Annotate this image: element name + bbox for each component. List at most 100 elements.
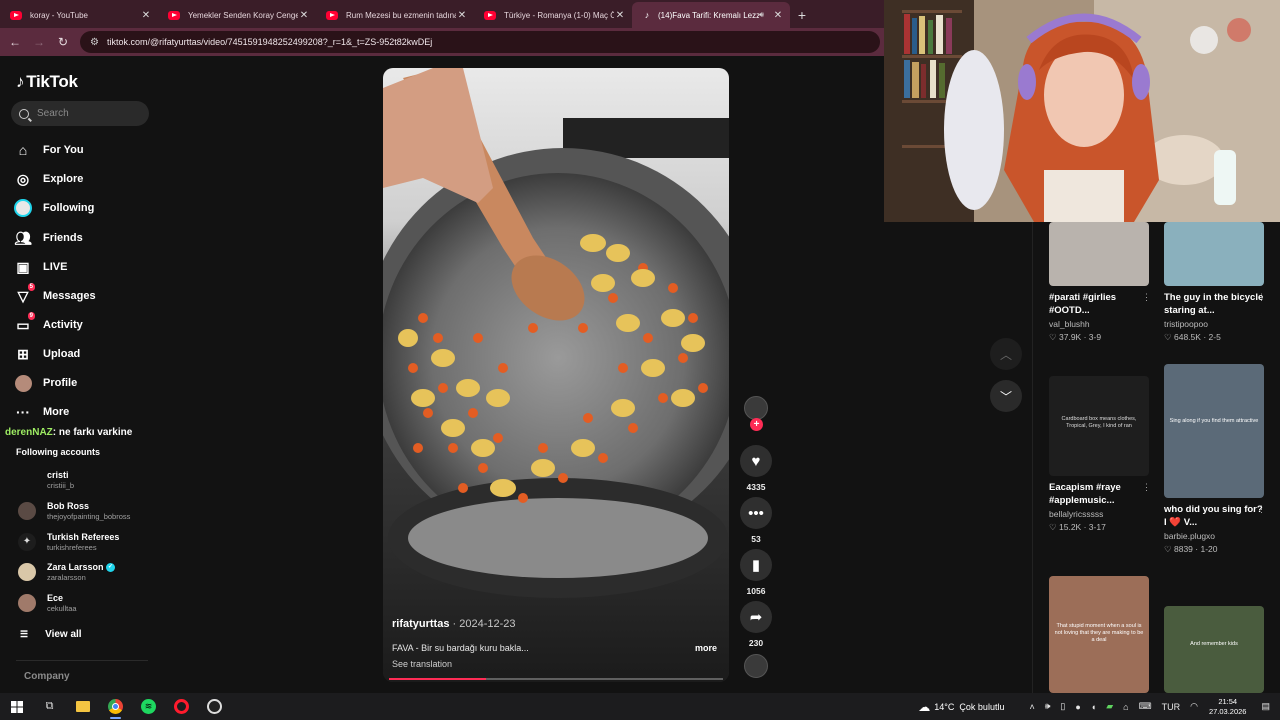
- notifications-icon[interactable]: ▤: [1261, 701, 1270, 712]
- nav-upload[interactable]: ⊞ Upload: [14, 344, 80, 364]
- video-thumbnail[interactable]: Cardboard box means clothes, Tropical, G…: [1049, 376, 1149, 476]
- following-account[interactable]: cristi cristiii_b: [18, 470, 74, 490]
- nav-label: Messages: [43, 290, 96, 302]
- video-thumbnail[interactable]: And remember kids: [1164, 606, 1264, 693]
- account-handle: zaralarsson: [47, 573, 86, 582]
- task-view-button[interactable]: ⧉: [33, 693, 66, 720]
- save-button[interactable]: ▮ 1056: [740, 549, 772, 596]
- following-account[interactable]: ✦ Turkish Referees turkishreferees: [18, 532, 119, 552]
- browser-tab[interactable]: Rum Mezesi bu ezmenin tadına ✕: [316, 2, 474, 28]
- video-date: · 2024-12-23: [449, 618, 516, 630]
- following-account[interactable]: Ece cekulltaa: [18, 593, 77, 613]
- search-input[interactable]: Search: [11, 101, 149, 126]
- previous-video-button[interactable]: ︿: [990, 338, 1022, 370]
- more-options-icon[interactable]: ⋮: [1142, 482, 1151, 493]
- tiktok-logo[interactable]: ♪ TikTok: [16, 72, 78, 92]
- nav-friends[interactable]: 👥︎ Friends: [14, 228, 83, 248]
- microphone-icon[interactable]: ●: [1075, 702, 1080, 712]
- more-options-icon[interactable]: ⋮: [1257, 292, 1266, 303]
- video-player[interactable]: rifatyurttas · 2024-12-23 FAVA - Bir su …: [383, 68, 729, 682]
- creator-avatar[interactable]: [744, 396, 768, 420]
- comment-button[interactable]: ••• 53: [740, 497, 772, 544]
- back-icon[interactable]: ←: [3, 35, 27, 49]
- more-options-icon[interactable]: ⋮: [1142, 292, 1151, 303]
- nav-for-you[interactable]: ⌂ For You: [14, 140, 84, 160]
- speaker-icon[interactable]: 🔊︎: [759, 10, 764, 20]
- close-tab-icon[interactable]: ✕: [772, 10, 784, 21]
- video-card[interactable]: Cardboard box means clothes, Tropical, G…: [1049, 376, 1151, 533]
- video-progress-bar[interactable]: [389, 678, 723, 680]
- video-thumbnail[interactable]: Sing along if you find them attractive: [1164, 364, 1264, 498]
- browser-tab-active[interactable]: ♪ (14)Fava Tarifi: Kremalı Lezz 🔊︎ ✕: [632, 2, 790, 28]
- nav-live[interactable]: ▣ LIVE: [14, 257, 67, 277]
- volume-icon[interactable]: 🕪︎: [1045, 701, 1051, 712]
- keyboard-icon[interactable]: ⌨: [1139, 701, 1152, 712]
- video-card[interactable]: #parati #girlies #OOTD... ⋮ val_blushh ♡…: [1049, 222, 1151, 343]
- nav-messages[interactable]: ▽ 5 Messages: [14, 283, 96, 306]
- video-thumbnail[interactable]: That stupid moment when a soul is not lo…: [1049, 576, 1149, 693]
- task-view-icon: ⧉: [45, 700, 54, 712]
- close-tab-icon[interactable]: ✕: [456, 10, 468, 21]
- video-card[interactable]: The guy in the bicycle staring at... ⋮ t…: [1164, 222, 1266, 343]
- chevron-up-icon: ︿: [999, 347, 1012, 362]
- share-button[interactable]: ➦ 230: [740, 601, 772, 648]
- nav-label: Friends: [43, 232, 83, 244]
- chat-message: : ne farkı varkine: [52, 427, 133, 438]
- video-author[interactable]: rifatyurttas · 2024-12-23: [392, 618, 516, 630]
- headset-icon[interactable]: ◖: [1091, 702, 1096, 712]
- obs-button[interactable]: [198, 693, 231, 720]
- youtube-icon: [168, 10, 180, 20]
- following-account[interactable]: Zara Larsson ✓ zaralarsson: [18, 562, 116, 582]
- battery-icon[interactable]: ▰: [1106, 701, 1113, 712]
- weather-widget[interactable]: ☁︎ 14°C Çok bulutlu: [918, 700, 1004, 714]
- nav-explore[interactable]: ◎ Explore: [14, 169, 83, 189]
- new-tab-button[interactable]: +: [790, 2, 814, 28]
- cloud-icon: ☁︎: [918, 699, 931, 714]
- file-explorer-button[interactable]: [66, 693, 99, 720]
- clock[interactable]: 21:54 27.03.2026: [1209, 697, 1247, 717]
- language-indicator[interactable]: TUR: [1162, 702, 1181, 712]
- opera-button[interactable]: [165, 693, 198, 720]
- close-tab-icon[interactable]: ✕: [140, 10, 152, 21]
- browser-tab[interactable]: koray - YouTube ✕: [0, 2, 158, 28]
- view-all-button[interactable]: ☰ View all: [20, 629, 82, 640]
- nav-activity[interactable]: ▭ 9 Activity: [14, 312, 83, 335]
- like-button[interactable]: ♥ 4335: [740, 445, 772, 492]
- video-card[interactable]: And remember kids: [1164, 606, 1264, 693]
- nav-profile[interactable]: Profile: [14, 373, 77, 393]
- start-button[interactable]: [0, 693, 33, 720]
- reload-icon[interactable]: ↻: [51, 35, 75, 49]
- chrome-button[interactable]: [99, 693, 132, 720]
- video-card[interactable]: That stupid moment when a soul is not lo…: [1049, 576, 1149, 693]
- forward-icon[interactable]: →: [27, 35, 51, 49]
- sound-avatar[interactable]: [744, 654, 768, 678]
- address-bar[interactable]: ⚙︎ tiktok.com/@rifatyurttas/video/745159…: [80, 31, 880, 53]
- messages-icon: ▽ 5: [17, 283, 35, 304]
- video-username: rifatyurttas: [392, 618, 450, 630]
- next-video-button[interactable]: ﹀: [990, 380, 1022, 412]
- caption-more-button[interactable]: more: [695, 643, 717, 653]
- follow-plus-icon[interactable]: +: [750, 418, 763, 431]
- network-icon[interactable]: ⌂: [1123, 702, 1128, 712]
- see-translation-link[interactable]: See translation: [392, 659, 452, 669]
- browser-tab[interactable]: Türkiye - Romanya (1-0) Maç Ö ✕: [474, 2, 632, 28]
- more-options-icon[interactable]: ⋮: [1257, 504, 1266, 515]
- wifi-icon[interactable]: ◠: [1190, 701, 1198, 712]
- following-account[interactable]: Bob Ross thejoyofpainting_bobross: [18, 501, 130, 521]
- video-card[interactable]: Sing along if you find them attractive w…: [1164, 364, 1266, 555]
- company-link[interactable]: Company: [24, 671, 70, 682]
- chevron-up-icon[interactable]: ˄: [1029, 702, 1034, 712]
- site-info-icon[interactable]: ⚙︎: [90, 37, 99, 48]
- spotify-button[interactable]: ≋: [132, 693, 165, 720]
- nav-more[interactable]: ··· More: [14, 402, 69, 422]
- close-tab-icon[interactable]: ✕: [614, 10, 626, 21]
- video-thumbnail[interactable]: [1049, 222, 1149, 286]
- browser-tab[interactable]: Yemekler Senden Koray Cengel ✕: [158, 2, 316, 28]
- video-thumbnail[interactable]: [1164, 222, 1264, 286]
- close-tab-icon[interactable]: ✕: [298, 10, 310, 21]
- nav-following[interactable]: Following: [14, 198, 94, 218]
- device-icon[interactable]: ▯: [1060, 701, 1065, 712]
- save-count: 1056: [746, 586, 766, 596]
- search-icon: [19, 108, 29, 119]
- weather-temp: 14°C: [934, 701, 955, 712]
